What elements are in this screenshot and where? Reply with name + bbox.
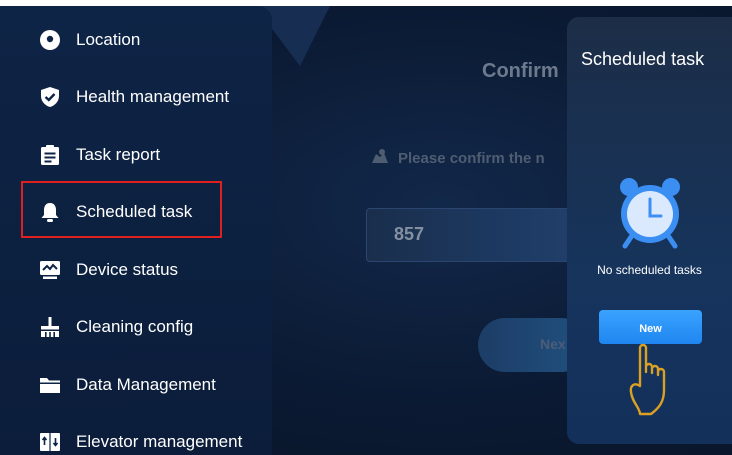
shield-check-icon — [38, 85, 62, 109]
next-label: Nex — [540, 336, 566, 352]
alarm-clock-icon — [617, 177, 683, 249]
number-field[interactable]: 857 — [366, 208, 576, 262]
sidebar-item-health-management[interactable]: Health management — [0, 75, 272, 119]
broom-icon — [38, 315, 62, 339]
sidebar-item-cleaning-config[interactable]: Cleaning config — [0, 305, 272, 349]
sidebar-item-label: Task report — [76, 145, 161, 164]
empty-state-text: No scheduled tasks — [597, 263, 702, 277]
sidebar-item-task-report[interactable]: Task report — [0, 133, 272, 177]
sidebar-item-label: Location — [76, 30, 141, 49]
monitor-chart-icon — [38, 258, 62, 282]
sidebar-item-device-status[interactable]: Device status — [0, 248, 272, 292]
highlight-box — [21, 181, 222, 238]
app-screen: Confirm Please confirm the n 857 Nex Loc… — [0, 0, 732, 455]
elevator-icon — [38, 430, 62, 454]
folder-icon — [38, 373, 62, 397]
pointing-hand-icon — [629, 342, 681, 420]
sidebar-item-data-management[interactable]: Data Management — [0, 363, 272, 407]
sidebar-item-label: Device status — [76, 260, 179, 279]
confirm-title: Confirm — [482, 60, 559, 82]
clipboard-icon — [38, 143, 62, 167]
sidebar-item-label: Cleaning config — [76, 317, 194, 336]
new-task-button[interactable]: New — [599, 310, 702, 344]
confirm-hint: Please confirm the n — [370, 148, 545, 168]
number-value: 857 — [394, 224, 425, 244]
confirm-hint-text: Please confirm the n — [398, 149, 545, 167]
sidebar-item-label: Elevator management — [76, 432, 243, 451]
panel-title: Scheduled task — [581, 49, 705, 69]
sidebar-item-location[interactable]: Location — [0, 18, 272, 62]
sidebar-item-label: Data Management — [76, 375, 216, 394]
location-pin-icon — [38, 28, 62, 52]
new-button-label: New — [639, 322, 662, 335]
sidebar-item-elevator-management[interactable]: Elevator management — [0, 420, 272, 455]
map-pin-icon — [370, 148, 390, 168]
sidebar-item-label: Health management — [76, 87, 230, 106]
scheduled-task-panel: Scheduled task No scheduled tasks New — [567, 17, 732, 444]
